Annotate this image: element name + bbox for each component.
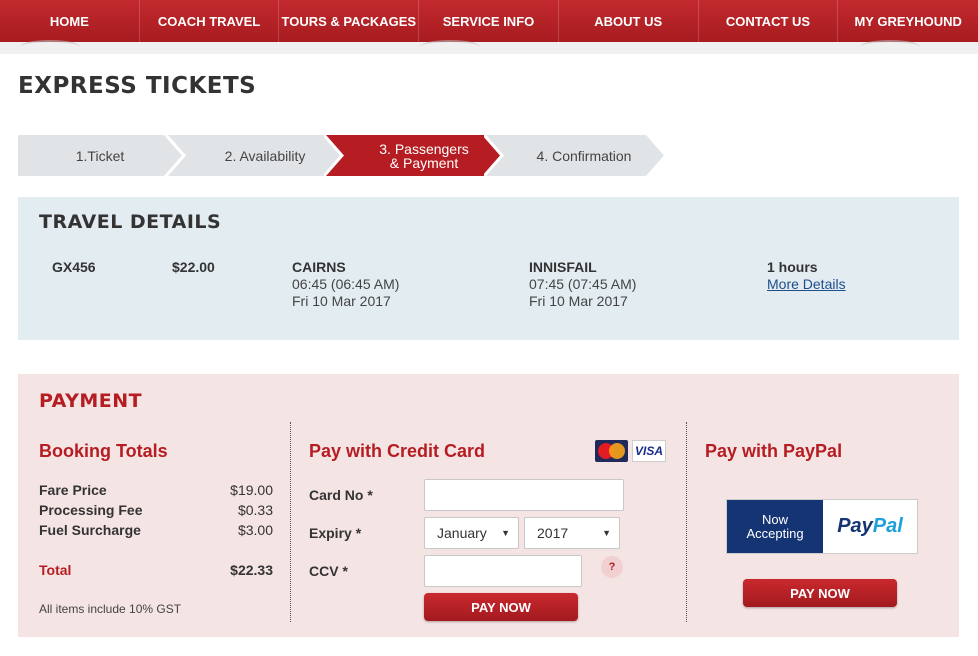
booking-totals-title: Booking Totals (39, 441, 168, 461)
paypal-title: Pay with PayPal (705, 441, 843, 461)
step-label-line2: & Payment (389, 154, 459, 171)
nav-service-info[interactable]: SERVICE INFO (419, 0, 559, 42)
nav-home[interactable]: HOME (0, 0, 140, 42)
ccv-input[interactable] (424, 555, 582, 587)
total-amount: $22.33 (230, 562, 273, 578)
arrival-time: 07:45 (07:45 AM) (529, 276, 637, 292)
ccv-help-icon[interactable]: ? (601, 556, 623, 578)
column-divider (686, 422, 687, 622)
paypal-badge-line1: Now (761, 511, 788, 527)
paypal-accepting-badge: Now Accepting Pay Pal (726, 499, 918, 554)
totals-row-amount: $3.00 (237, 522, 273, 538)
dropdown-caret-icon: ▼ (602, 528, 611, 538)
sketch-decoration (20, 40, 80, 54)
step-label: 4. Confirmation (536, 147, 632, 164)
total-label: Total (39, 562, 72, 578)
totals-row-label: Fare Price (39, 482, 107, 498)
totals-row: Processing Fee $0.33 (39, 502, 273, 518)
totals-row-amount: $0.33 (237, 502, 273, 518)
payment-title: PAYMENT (39, 390, 143, 412)
nav-my-greyhound[interactable]: MY GREYHOUND (838, 0, 978, 42)
step-label: 2. Availability (224, 147, 306, 164)
ticket-price: $22.00 (172, 259, 215, 276)
card-number-input[interactable] (424, 479, 624, 511)
mastercard-circle-orange (609, 443, 625, 459)
step-ticket[interactable]: 1.Ticket (18, 135, 182, 176)
expiry-year-value: 2017 (537, 525, 569, 541)
paypal-badge-left: Now Accepting (727, 500, 823, 553)
expiry-label: Expiry * (309, 525, 362, 541)
service-code-text: GX456 (52, 259, 96, 275)
expiry-year-select[interactable]: 2017 ▼ (524, 517, 620, 549)
arrival-city: INNISFAIL (529, 259, 597, 275)
paypal-badge-text: Now Accepting (746, 511, 804, 541)
totals-row: Fare Price $19.00 (39, 482, 273, 498)
column-divider (290, 422, 291, 622)
dropdown-caret-icon: ▼ (501, 528, 510, 538)
arrival-info: INNISFAIL 07:45 (07:45 AM) Fri 10 Mar 20… (529, 259, 636, 310)
totals-row-label: Fuel Surcharge (39, 522, 141, 538)
expiry-month-select[interactable]: January ▼ (424, 517, 519, 549)
ccv-label: CCV * (309, 563, 348, 579)
paypal-pay-now-button[interactable]: PAY NOW (743, 579, 897, 607)
paypal-badge-line2: Accepting (746, 525, 804, 541)
paypal-logo-pal: Pal (872, 515, 903, 537)
payment-panel: PAYMENT Booking Totals Fare Price $19.00… (18, 374, 959, 637)
nav-tours-packages[interactable]: TOURS & PACKAGES (279, 0, 420, 42)
totals-row: Fuel Surcharge $3.00 (39, 522, 273, 538)
departure-info: CAIRNS 06:45 (06:45 AM) Fri 10 Mar 2017 (292, 259, 399, 310)
gst-note: All items include 10% GST (39, 602, 182, 616)
nav-coach-travel[interactable]: COACH TRAVEL (140, 0, 280, 42)
departure-city: CAIRNS (292, 259, 346, 275)
main-nav: HOME COACH TRAVEL TOURS & PACKAGES SERVI… (0, 0, 978, 42)
more-details-link[interactable]: More Details (767, 276, 846, 292)
duration: 1 hours (767, 259, 818, 275)
duration-info: 1 hours More Details (767, 259, 846, 293)
arrival-date: Fri 10 Mar 2017 (529, 293, 628, 309)
travel-details-panel: TRAVEL DETAILS GX456 $22.00 CAIRNS 06:45… (18, 197, 959, 340)
expiry-month-value: January (437, 525, 487, 541)
sketch-decoration (860, 40, 920, 54)
departure-time: 06:45 (06:45 AM) (292, 276, 400, 292)
ticket-price-text: $22.00 (172, 259, 215, 275)
departure-date: Fri 10 Mar 2017 (292, 293, 391, 309)
step-label: 3. Passengers & Payment (379, 142, 469, 170)
card-no-label: Card No * (309, 487, 373, 503)
totals-row-amount: $19.00 (230, 482, 273, 498)
step-passengers-payment[interactable]: 3. Passengers & Payment (324, 135, 504, 176)
step-label: 1.Ticket (75, 147, 125, 164)
service-code: GX456 (52, 259, 96, 276)
paypal-logo: Pay Pal (823, 500, 917, 553)
step-confirmation[interactable]: 4. Confirmation (484, 135, 664, 176)
paypal-logo-pay: Pay (837, 515, 873, 537)
travel-details-title: TRAVEL DETAILS (39, 211, 222, 233)
nav-contact-us[interactable]: CONTACT US (699, 0, 839, 42)
nav-about-us[interactable]: ABOUT US (559, 0, 699, 42)
credit-card-title: Pay with Credit Card (309, 441, 486, 461)
mastercard-logo (595, 440, 628, 462)
page-title: EXPRESS TICKETS (18, 73, 257, 99)
header-decorative-band (0, 42, 978, 54)
totals-row-label: Processing Fee (39, 502, 143, 518)
sketch-decoration (420, 40, 480, 54)
progress-steps: 1.Ticket 2. Availability 3. Passengers & … (18, 135, 678, 176)
card-pay-now-button[interactable]: PAY NOW (424, 593, 578, 621)
totals-total-row: Total $22.33 (39, 562, 273, 578)
step-availability[interactable]: 2. Availability (166, 135, 344, 176)
visa-logo: VISA (632, 440, 666, 462)
